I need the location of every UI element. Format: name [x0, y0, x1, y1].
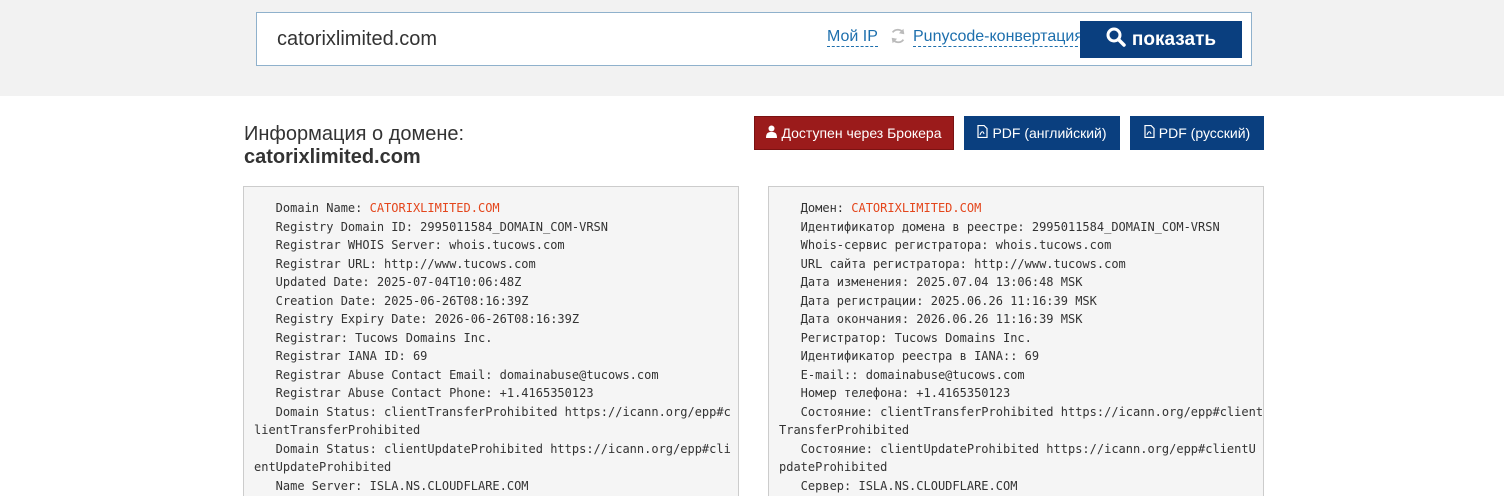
- pdf-file-icon: [977, 124, 989, 141]
- whois-line: Сервер: ISLA.NS.CLOUDFLARE.COM: [779, 478, 1018, 493]
- whois-english-panel: Domain Name: CATORIXLIMITED.COM Registry…: [243, 186, 739, 496]
- search-icon: [1106, 27, 1126, 53]
- punycode-link[interactable]: Punycode-конвертация: [913, 28, 1083, 47]
- show-button-label: показать: [1131, 28, 1217, 50]
- whois-line: Состояние: clientTransferProhibited http…: [779, 404, 1264, 419]
- my-ip-link[interactable]: Мой IP: [827, 28, 878, 47]
- whois-line: Состояние: clientUpdateProhibited https:…: [779, 441, 1256, 456]
- user-icon: [766, 125, 778, 141]
- pdf-russian-label: PDF (русский): [1158, 125, 1251, 141]
- refresh-icon: [889, 27, 907, 45]
- whois-line: Registrar: Tucows Domains Inc.: [254, 330, 493, 345]
- domain-search-input[interactable]: [277, 23, 797, 55]
- whois-line: Creation Date: 2025-06-26T08:16:39Z: [254, 293, 529, 308]
- search-form: Мой IP Punycode-конвертация показать: [256, 12, 1252, 66]
- whois-line: Registrar Abuse Contact Phone: +1.416535…: [254, 386, 594, 400]
- whois-line: Дата регистрации: 2025.06.26 11:16:39 MS…: [779, 293, 1097, 308]
- whois-line: Registry Expiry Date: 2026-06-26T08:16:3…: [254, 312, 580, 326]
- whois-line: Registrar Abuse Contact Email: domainabu…: [254, 367, 659, 382]
- whois-line: URL сайта регистратора: http://www.tucow…: [779, 256, 1126, 271]
- whois-russian-panel: Домен: CATORIXLIMITED.COM Идентификатор …: [768, 186, 1264, 496]
- whois-line: Идентификатор домена в реестре: 29950115…: [779, 219, 1220, 234]
- page-domain-name: catorixlimited.com: [244, 146, 421, 168]
- whois-line: E-mail:: domainabuse@tucows.com: [779, 367, 1025, 382]
- pdf-english-label: PDF (английский): [992, 125, 1107, 141]
- whois-line: Name Server: ISLA.NS.CLOUDFLARE.COM: [254, 478, 529, 493]
- broker-button[interactable]: Доступен через Брокера: [754, 116, 954, 150]
- page-title: Информация о домене:: [244, 123, 465, 145]
- whois-line: TransferProhibited: [779, 423, 910, 437]
- whois-line: Номер телефона: +1.4165350123: [779, 386, 1011, 400]
- show-button[interactable]: показать: [1080, 21, 1242, 58]
- whois-line: Домен: CATORIXLIMITED.COM: [779, 201, 982, 215]
- whois-line: Domain Name: CATORIXLIMITED.COM: [254, 201, 500, 215]
- whois-line: Дата окончания: 2026.06.26 11:16:39 MSK: [779, 312, 1083, 326]
- whois-line: Дата изменения: 2025.07.04 13:06:48 MSK: [779, 275, 1083, 289]
- whois-line: pdateProhibited: [779, 460, 888, 474]
- whois-line: Updated Date: 2025-07-04T10:06:48Z: [254, 275, 522, 289]
- whois-line: Domain Status: clientUpdateProhibited ht…: [254, 441, 731, 456]
- whois-line: Идентификатор реестра в IANA:: 69: [779, 349, 1040, 363]
- broker-button-label: Доступен через Брокера: [781, 125, 942, 141]
- whois-line: lientTransferProhibited: [254, 423, 421, 437]
- whois-line: Registrar WHOIS Server: whois.tucows.com: [254, 238, 565, 252]
- pdf-russian-button[interactable]: PDF (русский): [1130, 116, 1264, 150]
- pdf-file-icon: [1144, 124, 1155, 141]
- whois-line: entUpdateProhibited: [254, 460, 392, 474]
- whois-line: Registry Domain ID: 2995011584_DOMAIN_CO…: [254, 219, 609, 234]
- whois-line: Регистратор: Tucows Domains Inc.: [779, 330, 1032, 345]
- pdf-english-button[interactable]: PDF (английский): [964, 116, 1120, 150]
- whois-line: Whois-сервис регистратора: whois.tucows.…: [779, 238, 1112, 252]
- whois-line: Registrar IANA ID: 69: [254, 349, 428, 363]
- whois-line: Registrar URL: http://www.tucows.com: [254, 256, 536, 271]
- whois-line: Domain Status: clientTransferProhibited …: [254, 404, 731, 419]
